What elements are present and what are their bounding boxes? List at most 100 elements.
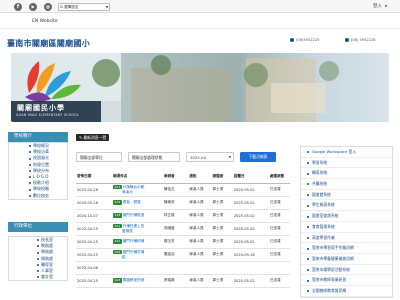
phone-icon <box>290 38 294 42</box>
row-handler <box>211 261 233 275</box>
row-reply-date: 2025-05-02 <box>232 222 269 236</box>
row-handler: 郭士書 <box>211 248 233 262</box>
quick-link-item[interactable]: 臺南市學童健康檢查訊網 <box>301 254 392 265</box>
row-reply-date: 2025-05-02 <box>232 196 269 210</box>
quick-link-item[interactable]: 全國教師教育資訊網 <box>301 286 392 297</box>
phone-number: (06)5952220 <box>296 38 320 42</box>
sidebar-list-about: 學校概況 學校沿革 校園風光 地理位置 學校分布 L O G O 校歌介紹 學校… <box>8 142 68 200</box>
row-title-continuation[interactable]: 綠溪大 <box>113 190 133 194</box>
row-status: 已送達 <box>268 248 290 262</box>
row-title-cell: 113 電腦教室的使 <box>112 274 163 288</box>
category-filter-select[interactable]: 關廟全部處理狀態 <box>128 152 180 162</box>
row-reply-date <box>232 261 269 275</box>
column-header: 辦理者 <box>211 170 233 184</box>
row-notify: 綠溪人員 <box>188 222 212 236</box>
table-row[interactable]: 2025-04-06 <box>76 261 290 275</box>
sidebar-heading-admin: 行政單位 <box>8 222 68 232</box>
fax-icon <box>345 38 349 42</box>
column-header: 承辦者 <box>162 170 189 184</box>
row-date: 2025-04-28 <box>76 183 113 197</box>
sidebar-item[interactable]: 會計室 <box>9 274 67 280</box>
download-report-button[interactable]: 下載月報表 <box>240 152 276 162</box>
row-notify: 綠溪人員 <box>188 248 212 262</box>
banner-school-name: 關廟國民小學 <box>17 104 65 112</box>
row-title-cell <box>112 261 163 275</box>
row-title-link[interactable]: 升鋪任裡上的 <box>123 224 145 228</box>
column-header: 回覆日 <box>232 170 269 184</box>
row-title-continuation[interactable]: 發展表 <box>113 229 133 233</box>
column-header: 通知 <box>188 170 212 184</box>
row-date: 2025-05-26 <box>76 196 113 210</box>
chevron-down-icon: ▼ <box>384 3 387 8</box>
quick-link-item[interactable]: 食育管理系統 <box>301 222 392 233</box>
row-notify <box>188 261 212 275</box>
en-website-link[interactable]: EN Website <box>32 19 58 24</box>
row-owner: 林正雄 <box>162 209 189 223</box>
row-title-link[interactable]: 電腦教室的使 <box>123 278 145 282</box>
quick-link-item[interactable]: 臺南市樂學部活動系統 <box>301 265 392 276</box>
column-header: 報導件名 <box>112 170 163 184</box>
table-row[interactable]: 2024-10-07 113 國門升鋪推進 林正雄 綠溪人員 郭士書 2025-05-02 已… <box>76 209 290 223</box>
column-header: 發佈日期 <box>76 170 113 184</box>
announcement-tag-label: 最新消息一覽 <box>83 135 107 140</box>
row-title-link[interactable]: 國門升鋪推進 <box>123 213 145 217</box>
table-header-row: 發佈日期 報導件名 承辦者 通知 辦理者 回覆日 處理狀態 <box>76 170 290 184</box>
row-handler: 郭士書 <box>211 274 233 288</box>
row-title-link[interactable]: 國門升鋪貨補 <box>123 250 145 254</box>
top-bar: f ▶ @ G選擇語言 ▼ 登入 ▼ <box>0 0 400 13</box>
row-title-link[interactable]: 國門升鋪修補 <box>123 239 145 243</box>
row-title-cell: 109 國門升鋪貨補給 <box>112 248 163 262</box>
table-row[interactable]: 2025-05-26 113 看板 - 實習 陳瑜安 綠溪人員 郭士書 2025-05-02… <box>76 196 290 210</box>
row-owner <box>162 261 189 275</box>
row-owner: 楊玉芳 <box>162 235 189 249</box>
row-status <box>268 261 290 275</box>
quick-link-item[interactable]: 學生報表系統 <box>301 200 392 212</box>
language-select[interactable]: G選擇語言 ▼ <box>58 2 110 11</box>
row-notify: 綠溪人員 <box>188 183 212 197</box>
quick-link-item[interactable]: 共購系統 <box>301 179 392 190</box>
divider <box>0 28 400 29</box>
facebook-icon[interactable]: f <box>14 2 22 11</box>
row-title-cell: 113 看板 - 實習 <box>112 196 163 210</box>
email-icon[interactable]: @ <box>44 2 52 11</box>
row-status: 已送達 <box>268 209 290 223</box>
row-handler: 郭士書 <box>211 196 233 210</box>
sidebar-heading-about: 學校簡介 <box>8 132 68 142</box>
quick-link-item[interactable]: 圖書室查詢系統 <box>301 211 392 222</box>
quick-link-item[interactable]: 學習系統 <box>301 158 392 169</box>
row-owner: 陳怡文 <box>162 183 189 197</box>
table-row[interactable]: 2025-04-28 113 升旗陳台示範 綠溪大 陳怡文 綠溪人員 郭士書 2025-05-… <box>76 183 290 197</box>
chevron-down-icon: ▼ <box>105 4 108 9</box>
row-badge: 113 <box>113 200 122 205</box>
row-reply-date: 2025-05-02 <box>232 235 269 249</box>
row-status: 已送達 <box>268 183 290 197</box>
row-date: 2025-04-25 <box>76 248 113 262</box>
announcement-tag-button[interactable]: ✎ 最新消息一覽 <box>76 134 110 141</box>
month-filter-select[interactable]: 2025-04 ▼ <box>186 152 234 162</box>
row-title-cell: 113 國門升鋪推進 <box>112 209 163 223</box>
sidebar-item[interactable]: 數位校史 <box>9 193 67 199</box>
row-date: 2024-10-07 <box>76 209 113 223</box>
quick-link-item[interactable]: 臺南市教師專業研習 <box>301 275 392 286</box>
table-row[interactable]: 2025-04-25 112 國門升鋪修補 楊玉芳 綠溪人員 郭士書 2025-05-02 已… <box>76 235 290 249</box>
quick-link-item[interactable]: 臺南市學習幫手作業訊網 <box>301 243 392 254</box>
row-notify: 綠溪人員 <box>188 235 212 249</box>
table-row[interactable]: 2025-04-25 111 升鋪任裡上的 發展表 孫國盛 綠溪人員 郭士書 2025-05-… <box>76 222 290 236</box>
row-title-continuation[interactable]: 給 <box>113 255 126 259</box>
school-title[interactable]: 臺南市關廟區關廟國小 <box>7 38 90 49</box>
login-link[interactable]: 登入 <box>373 3 382 9</box>
table-row[interactable]: 2025-04-25 113 電腦教室的使 張瑞樂 綠溪人員 郭士書 2025-05-02 已… <box>76 274 290 288</box>
quick-link-item[interactable]: 圖書館系統 <box>301 190 392 201</box>
row-owner: 孫國盛 <box>162 222 189 236</box>
quick-link-item[interactable]: 輔導系統 <box>301 168 392 180</box>
row-date: 2025-04-25 <box>76 274 113 288</box>
row-title-link[interactable]: 看板 - 實習 <box>123 200 141 204</box>
youtube-icon[interactable]: ▶ <box>29 2 37 11</box>
table-row[interactable]: 2025-04-25 109 國門升鋪貨補給蕭紹治 綠溪人員 郭士書 2024-09-18… <box>76 248 290 262</box>
quick-link-item[interactable]: 高度學習作業 <box>301 233 392 244</box>
row-handler: 郭士書 <box>211 222 233 236</box>
unit-filter-select[interactable]: 關廟全部單位 <box>76 152 122 162</box>
row-title-link[interactable]: 升旗陳台示範 <box>123 185 145 189</box>
quick-link-item[interactable]: Google Workspace 登入 <box>301 147 392 158</box>
category-filter-value: 關廟全部處理狀態 <box>132 155 163 160</box>
